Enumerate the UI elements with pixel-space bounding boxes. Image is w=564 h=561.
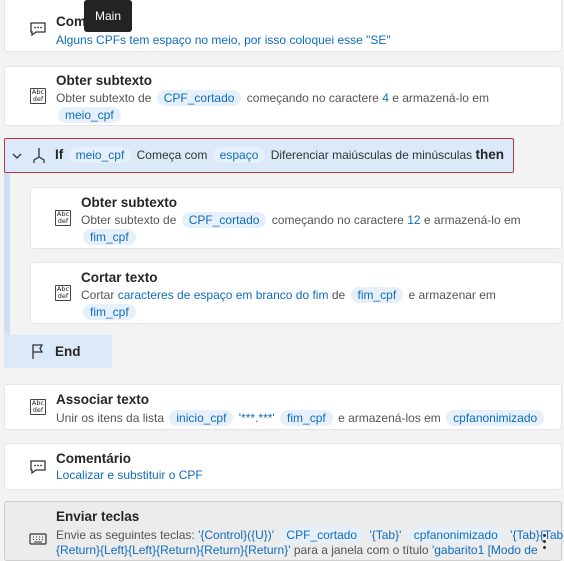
- send-keys-action-card[interactable]: Enviar teclas Envie as seguintes teclas:…: [4, 501, 564, 561]
- action-title: Associar texto: [56, 392, 150, 407]
- window-title-value: 'gabarito1 [Modo de: [431, 543, 538, 557]
- get-subtext-action-card[interactable]: Abc def Obter subtexto Obter subtexto de …: [30, 187, 562, 249]
- desc-text: e armazená-lo em: [392, 91, 489, 105]
- comment-text: Alguns CPFs tem espaço no meio, por isso…: [56, 33, 391, 47]
- comment-action-card[interactable]: Comentário Localizar e substituir o CPF: [4, 443, 562, 490]
- number-value: 12: [407, 213, 421, 227]
- trim-text-action-card[interactable]: Abc def Cortar texto Cortar caracteres de…: [30, 262, 562, 324]
- variable-chip: inicio_cpf: [169, 410, 234, 426]
- more-options-icon[interactable]: [543, 534, 547, 549]
- action-description-line2: meio_cpf: [56, 107, 123, 123]
- if-action-row[interactable]: If meio_cpf Começa com espaço Diferencia…: [4, 138, 514, 173]
- action-description-line2: {Return}{Left}{Left}{Return}{Return}{Ret…: [56, 543, 538, 557]
- keys-value: {Return}{Left}{Left}{Return}{Return}{Ret…: [56, 543, 291, 557]
- flag-icon: [32, 344, 44, 359]
- action-title: Cortar texto: [81, 270, 158, 285]
- if-keyword: If: [55, 147, 64, 162]
- text-action-icon: Abc def: [30, 399, 46, 415]
- action-description: Obter subtexto de CPF_cortado começando …: [56, 90, 489, 106]
- if-block-indent-bar: [4, 173, 10, 340]
- if-operator: Começa com: [136, 148, 208, 162]
- desc-text: começando no caractere: [246, 91, 379, 105]
- action-description: Cortar caracteres de espaço em branco do…: [81, 287, 496, 303]
- text-action-icon: Abc def: [55, 210, 71, 226]
- variable-chip: cpfanonimizado: [406, 527, 505, 543]
- variable-chip: meio_cpf: [58, 107, 121, 123]
- desc-text: começando no caractere: [271, 213, 404, 227]
- number-value: 4: [382, 91, 389, 105]
- variable-chip: fim_cpf: [280, 410, 333, 426]
- action-description: Unir os itens da lista inicio_cpf '***.*…: [56, 410, 546, 426]
- if-option: Diferenciar maiúsculas de minúsculas: [270, 148, 473, 162]
- variable-chip: fim_cpf: [83, 304, 136, 320]
- desc-text: Cortar: [81, 288, 115, 302]
- comment-icon: [30, 22, 46, 37]
- value-chip: espaço: [212, 147, 266, 163]
- desc-text: para a janela com o título: [293, 543, 429, 557]
- desc-text: e armazená-lo em: [423, 213, 521, 227]
- action-description: Envie as seguintes teclas: '{Control}({U…: [56, 527, 564, 543]
- then-keyword: then: [475, 147, 504, 162]
- chevron-down-icon[interactable]: [11, 150, 23, 162]
- variable-chip: CPF_cortado: [156, 90, 242, 106]
- keys-value: '{Tab}{Tab}: [510, 528, 564, 542]
- desc-text: Envie as seguintes teclas:: [56, 528, 195, 542]
- variable-chip: fim_cpf: [83, 229, 136, 245]
- desc-text: Obter subtexto de: [56, 91, 152, 105]
- desc-text: de: [331, 288, 346, 302]
- variable-chip: cpfanonimizado: [446, 410, 545, 426]
- branch-icon: [33, 148, 45, 163]
- literal-value: '***.***': [238, 411, 275, 425]
- desc-text: e armazenar em: [408, 288, 496, 302]
- variable-chip: CPF_cortado: [181, 212, 267, 228]
- keys-value: '{Tab}': [369, 528, 402, 542]
- action-description: Obter subtexto de CPF_cortado começando …: [81, 212, 521, 228]
- end-label: End: [55, 344, 81, 359]
- action-description-line2: fim_cpf: [81, 304, 138, 320]
- action-title: Enviar teclas: [56, 509, 140, 524]
- comment-text: Localizar e substituir o CPF: [56, 468, 203, 482]
- join-text-action-card[interactable]: Abc def Associar texto Unir os itens da l…: [4, 384, 562, 430]
- tooltip: Main: [84, 0, 132, 32]
- get-subtext-action-card[interactable]: Abc def Obter subtexto Obter subtexto de …: [4, 66, 562, 126]
- action-title: Obter subtexto: [56, 73, 153, 88]
- keyboard-icon: [29, 533, 47, 545]
- variable-chip: meio_cpf: [68, 147, 132, 163]
- action-title: Comentário: [56, 451, 132, 466]
- variable-chip: CPF_cortado: [279, 527, 365, 543]
- end-action-row[interactable]: End: [4, 335, 112, 368]
- trim-mode-link: caracteres de espaço em branco do fim: [117, 288, 329, 302]
- if-description: If meio_cpf Começa com espaço Diferencia…: [55, 147, 504, 163]
- desc-text: Unir os itens da lista: [56, 411, 165, 425]
- desc-text: Obter subtexto de: [81, 213, 177, 227]
- keys-value: '{Control}({U})': [198, 528, 275, 542]
- text-action-icon: Abc def: [30, 88, 46, 104]
- variable-chip: fim_cpf: [350, 287, 404, 303]
- action-title: Com: [56, 14, 86, 29]
- comment-icon: [30, 460, 46, 475]
- desc-text: e armazená-los em: [338, 411, 441, 425]
- action-description-line2: fim_cpf: [81, 229, 138, 245]
- action-title: Obter subtexto: [81, 195, 178, 210]
- text-action-icon: Abc def: [55, 285, 71, 301]
